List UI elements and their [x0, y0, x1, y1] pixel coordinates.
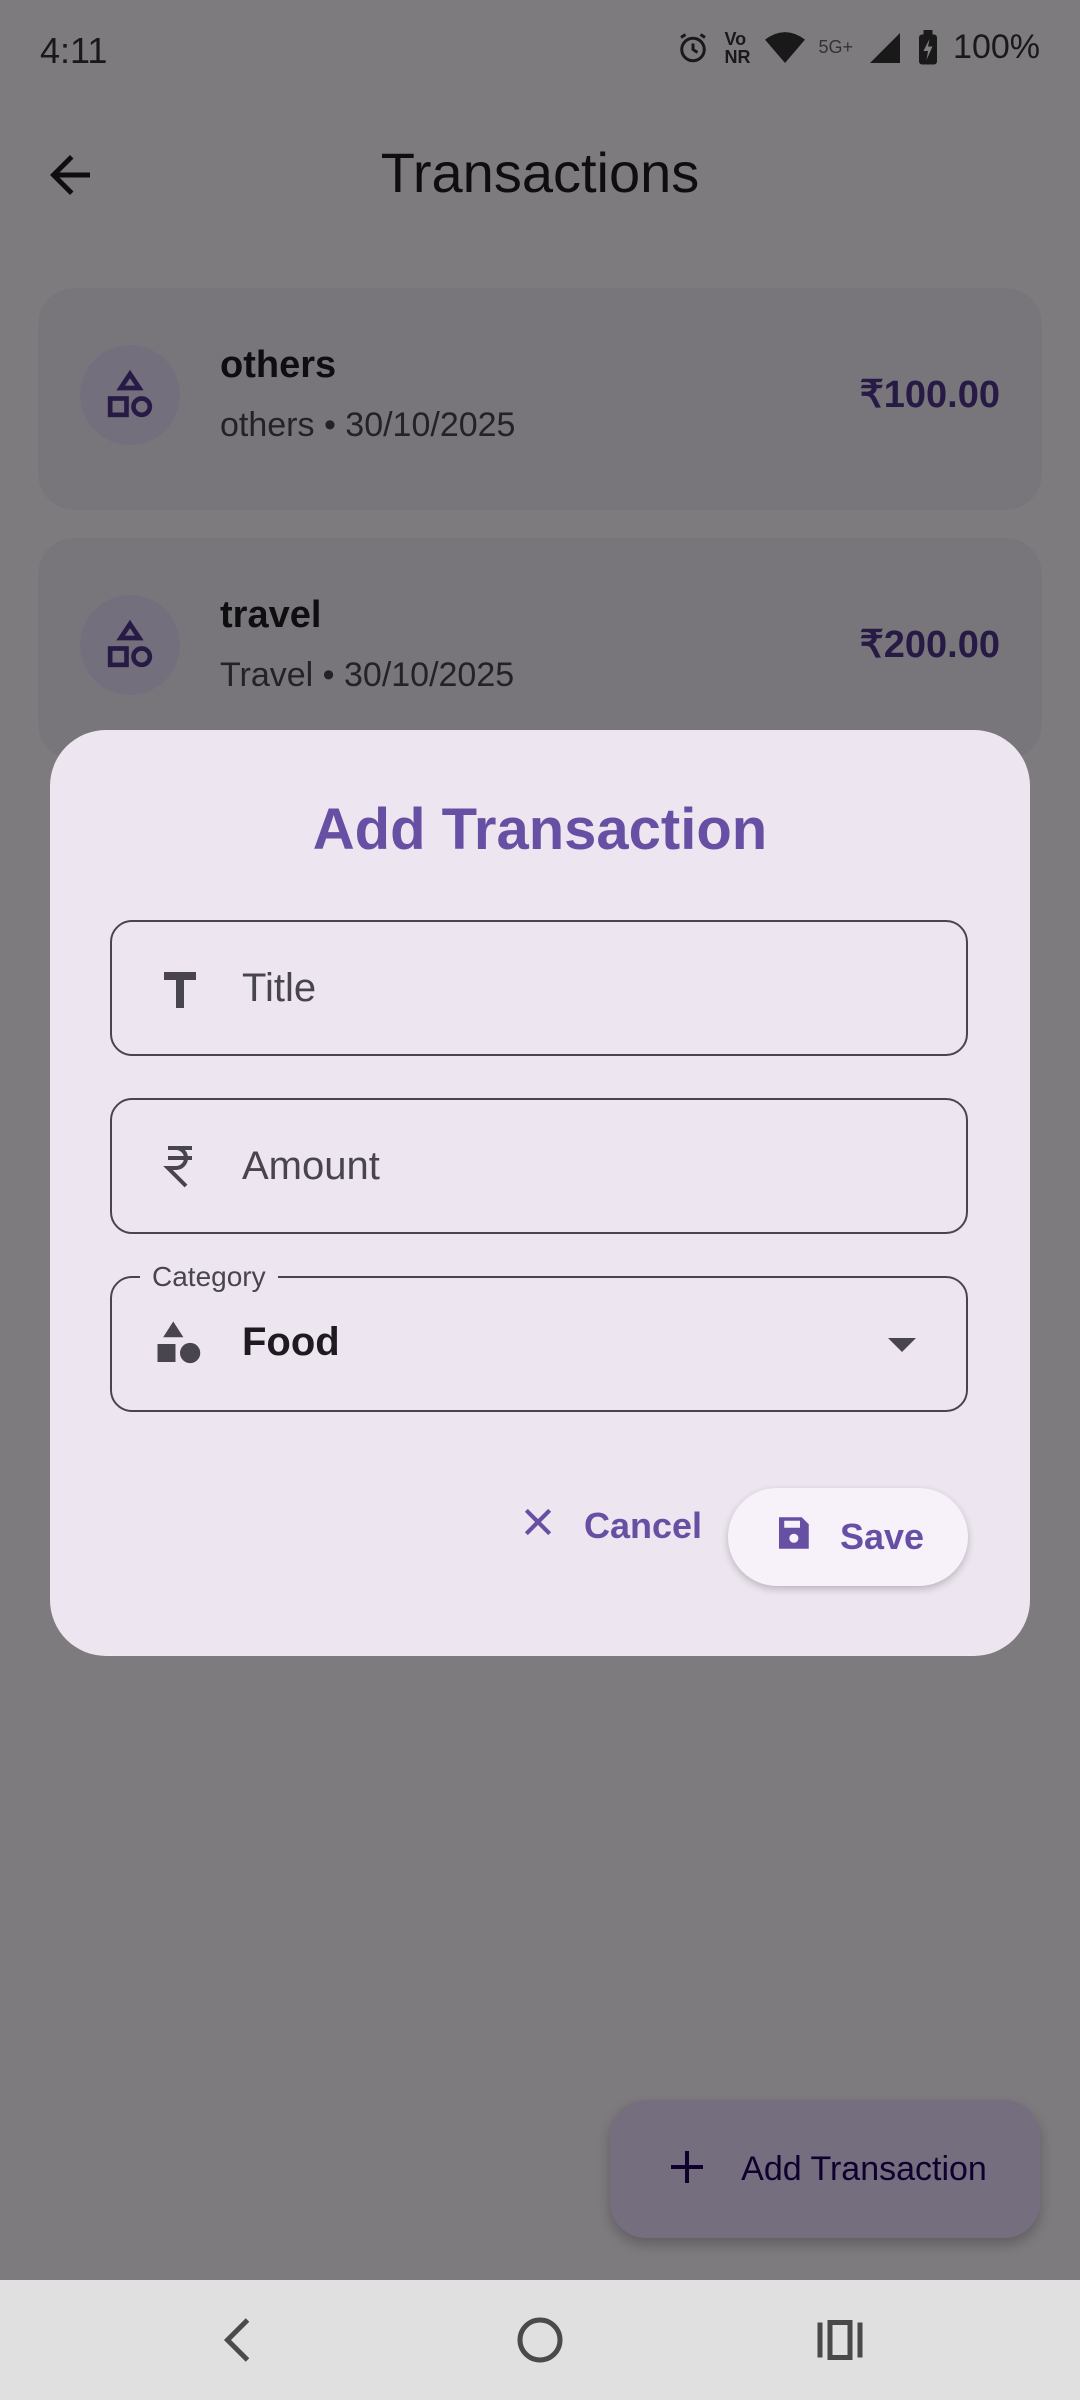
save-button[interactable]: Save [728, 1488, 968, 1586]
cancel-label: Cancel [583, 1505, 703, 1546]
chevron-down-icon[interactable] [882, 1330, 922, 1360]
amount-placeholder: Amount [242, 1144, 380, 1188]
category-value: Food [242, 1320, 340, 1364]
category-dropdown[interactable]: Category Food [110, 1260, 968, 1412]
title-placeholder: Title [242, 966, 317, 1010]
amount-field[interactable]: Amount [110, 1098, 968, 1234]
save-icon [772, 1512, 814, 1563]
category-shapes-icon [148, 1312, 212, 1376]
cancel-button[interactable]: Cancel [480, 1478, 740, 1574]
save-label: Save [839, 1516, 925, 1557]
add-transaction-dialog: Add Transaction Title Amount Category Fo… [50, 730, 1030, 1656]
rupee-icon [148, 1134, 212, 1198]
nav-scrim [0, 2280, 1080, 2400]
dialog-title: Add Transaction [312, 797, 768, 862]
text-title-icon [148, 956, 212, 1020]
category-label: Category [140, 1260, 278, 1294]
close-icon [518, 1502, 558, 1551]
title-field[interactable]: Title [110, 920, 968, 1056]
